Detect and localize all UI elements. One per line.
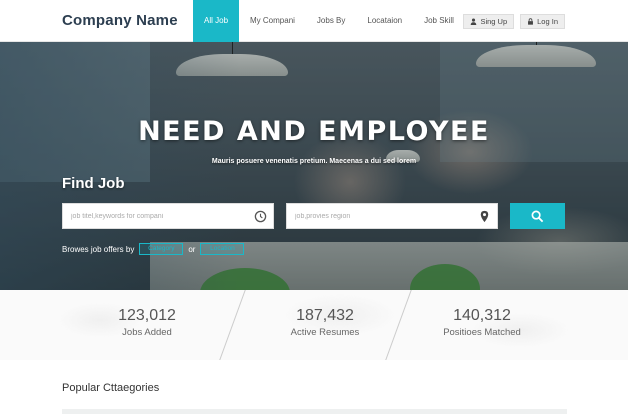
category-strip: [62, 409, 567, 414]
location-field: [286, 203, 498, 229]
search-icon: [531, 210, 544, 222]
search-button[interactable]: [510, 203, 565, 229]
browse-label: Browes job offers by: [62, 244, 135, 254]
hero-banner: NEED AND EMPLOYEE Mauris posuere venenat…: [0, 42, 628, 290]
signup-label: Sing Up: [480, 17, 508, 26]
nav-item-job-skill[interactable]: Job Skill: [413, 0, 465, 42]
stats-bar: 123,012 Jobs Added 187,432 Active Resume…: [0, 290, 628, 360]
hero-headline: NEED AND EMPLOYEE: [138, 116, 490, 147]
nav-item-location[interactable]: Locataion: [356, 0, 413, 42]
site-logo[interactable]: Company Name: [62, 12, 178, 29]
clock-icon: [254, 210, 267, 223]
stat-label: Jobs Added: [122, 327, 172, 338]
browse-offers: Browes job offers by Category or Locatio…: [62, 243, 245, 255]
lock-icon: [528, 18, 534, 25]
user-icon: [471, 18, 477, 25]
nav-item-my-compani[interactable]: My Compani: [239, 0, 306, 42]
stat-active-resumes: 187,432 Active Resumes: [255, 307, 395, 338]
stat-jobs-added: 123,012 Jobs Added: [77, 307, 217, 338]
site-header: Company Name All Job My Compani Jobs By …: [0, 0, 628, 42]
browse-location-button[interactable]: Location: [200, 243, 245, 255]
or-label: or: [188, 244, 196, 254]
location-pin-icon: [480, 210, 489, 223]
keyword-input[interactable]: [63, 204, 273, 228]
keyword-field: [62, 203, 274, 229]
main-nav: All Job My Compani Jobs By Locataion Job…: [193, 0, 465, 42]
login-button[interactable]: Log In: [520, 14, 565, 29]
auth-buttons: Sing Up Log In: [463, 14, 565, 29]
stat-label: Positioes Matched: [443, 327, 521, 338]
login-label: Log In: [537, 17, 558, 26]
nav-item-jobs-by[interactable]: Jobs By: [306, 0, 356, 42]
stat-value: 187,432: [296, 307, 354, 324]
hero-subline: Mauris posuere venenatis pretium. Maecen…: [211, 158, 417, 165]
stat-value: 140,312: [453, 307, 511, 324]
section-title: Popular Cttaegories: [62, 382, 160, 394]
find-job-title: Find Job: [62, 175, 125, 192]
stat-label: Active Resumes: [290, 327, 360, 338]
signup-button[interactable]: Sing Up: [463, 14, 515, 29]
stat-value: 123,012: [118, 307, 176, 324]
stat-positions-matched: 140,312 Positioes Matched: [412, 307, 552, 338]
nav-item-all-job[interactable]: All Job: [193, 0, 240, 42]
location-input[interactable]: [287, 204, 497, 228]
browse-category-button[interactable]: Category: [139, 243, 184, 255]
